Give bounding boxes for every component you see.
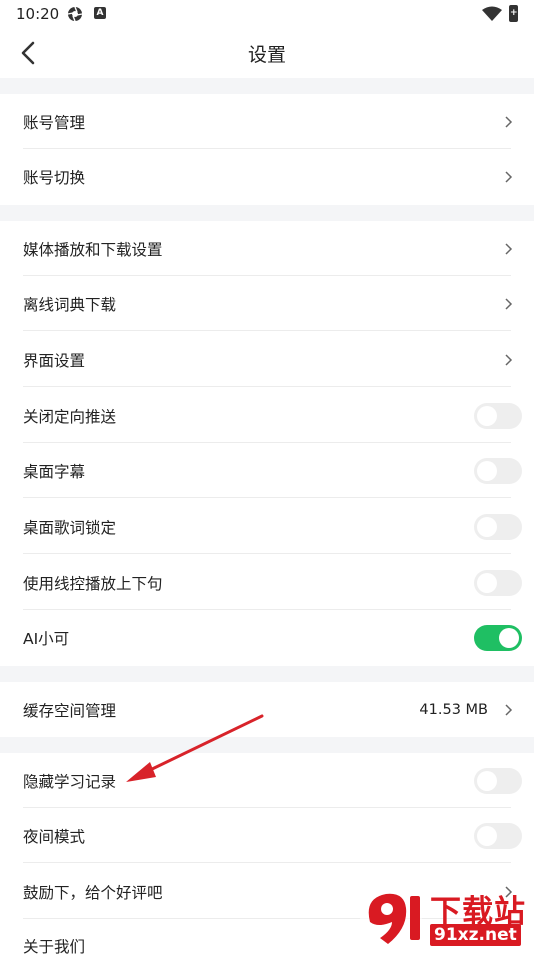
status-bar: 10:20 A + xyxy=(0,0,534,28)
row-divider xyxy=(23,386,511,387)
item-label: 鼓励下，给个好评吧 xyxy=(23,883,163,902)
settings-item-desktop-subtitle: 桌面字幕 xyxy=(0,443,534,498)
chevron-right-icon xyxy=(505,703,513,716)
desktop-subtitle-toggle[interactable] xyxy=(474,457,522,484)
item-label: 账号管理 xyxy=(23,113,86,132)
row-divider xyxy=(23,497,511,498)
watermark-url: 91xz.net xyxy=(430,924,521,946)
item-label: 夜间模式 xyxy=(23,827,86,846)
item-label: 界面设置 xyxy=(23,351,86,370)
wire-control-toggle[interactable] xyxy=(474,569,522,596)
settings-item-desktop-lyrics-lock: 桌面歌词锁定 xyxy=(0,499,534,554)
watermark: 下载站 91xz.net xyxy=(358,884,534,950)
settings-item-disable-push: 关闭定向推送 xyxy=(0,388,534,443)
settings-item-night-mode: 夜间模式 xyxy=(0,808,534,863)
item-label: 账号切换 xyxy=(23,168,86,187)
item-label: 桌面字幕 xyxy=(23,462,86,481)
toggle-knob xyxy=(477,825,497,846)
toggle-knob xyxy=(499,627,519,648)
chevron-right-icon xyxy=(505,115,513,128)
settings-item-wire-control: 使用线控播放上下句 xyxy=(0,555,534,610)
section-divider xyxy=(0,78,534,94)
settings-item-media-download[interactable]: 媒体播放和下载设置 xyxy=(0,221,534,276)
item-label: 离线词典下载 xyxy=(23,295,117,314)
settings-item-hide-study: 隐藏学习记录 xyxy=(0,753,534,808)
item-label: 使用线控播放上下句 xyxy=(23,574,163,593)
row-divider xyxy=(23,862,511,863)
toggle-knob xyxy=(477,460,497,481)
item-label: 隐藏学习记录 xyxy=(23,772,117,791)
toggle-knob xyxy=(477,572,497,593)
toggle-knob xyxy=(477,405,497,426)
section-divider xyxy=(0,666,534,682)
disable-push-toggle[interactable] xyxy=(474,402,522,429)
aperture-icon xyxy=(67,6,83,22)
settings-item-ui-settings[interactable]: 界面设置 xyxy=(0,332,534,387)
wifi-icon xyxy=(482,6,502,21)
section-divider xyxy=(0,205,534,221)
hide-study-toggle[interactable] xyxy=(474,767,522,794)
toggle-knob xyxy=(477,770,497,791)
settings-item-cache[interactable]: 缓存空间管理 41.53 MB xyxy=(0,682,534,737)
item-label: 关闭定向推送 xyxy=(23,407,117,426)
settings-item-account-switch[interactable]: 账号切换 xyxy=(0,149,534,204)
ai-xiaoke-toggle[interactable] xyxy=(474,624,522,651)
item-label: 媒体播放和下载设置 xyxy=(23,240,163,259)
section-divider xyxy=(0,737,534,753)
desktop-lyrics-lock-toggle[interactable] xyxy=(474,513,522,540)
chevron-right-icon xyxy=(505,170,513,183)
brand-logo-icon xyxy=(360,888,422,946)
settings-item-offline-dict[interactable]: 离线词典下载 xyxy=(0,276,534,331)
toggle-knob xyxy=(477,516,497,537)
page-title: 设置 xyxy=(247,44,286,66)
chevron-right-icon xyxy=(505,297,513,310)
battery-icon: + xyxy=(509,5,518,22)
item-label: 缓存空间管理 xyxy=(23,701,117,720)
item-label: 桌面歌词锁定 xyxy=(23,518,117,537)
settings-item-account-manage[interactable]: 账号管理 xyxy=(0,94,534,149)
header: 设置 xyxy=(0,28,534,78)
settings-item-ai-xiaoke: AI小可 xyxy=(0,610,534,665)
row-divider xyxy=(23,330,511,331)
item-label: 关于我们 xyxy=(23,938,86,956)
chevron-right-icon xyxy=(505,353,513,366)
chevron-right-icon xyxy=(505,242,513,255)
status-time: 10:20 xyxy=(16,5,60,23)
app-badge-icon: A xyxy=(94,7,106,19)
cache-size-value: 41.53 MB xyxy=(419,701,488,718)
row-divider xyxy=(23,553,511,554)
item-label: AI小可 xyxy=(23,629,70,648)
night-mode-toggle[interactable] xyxy=(474,822,522,849)
